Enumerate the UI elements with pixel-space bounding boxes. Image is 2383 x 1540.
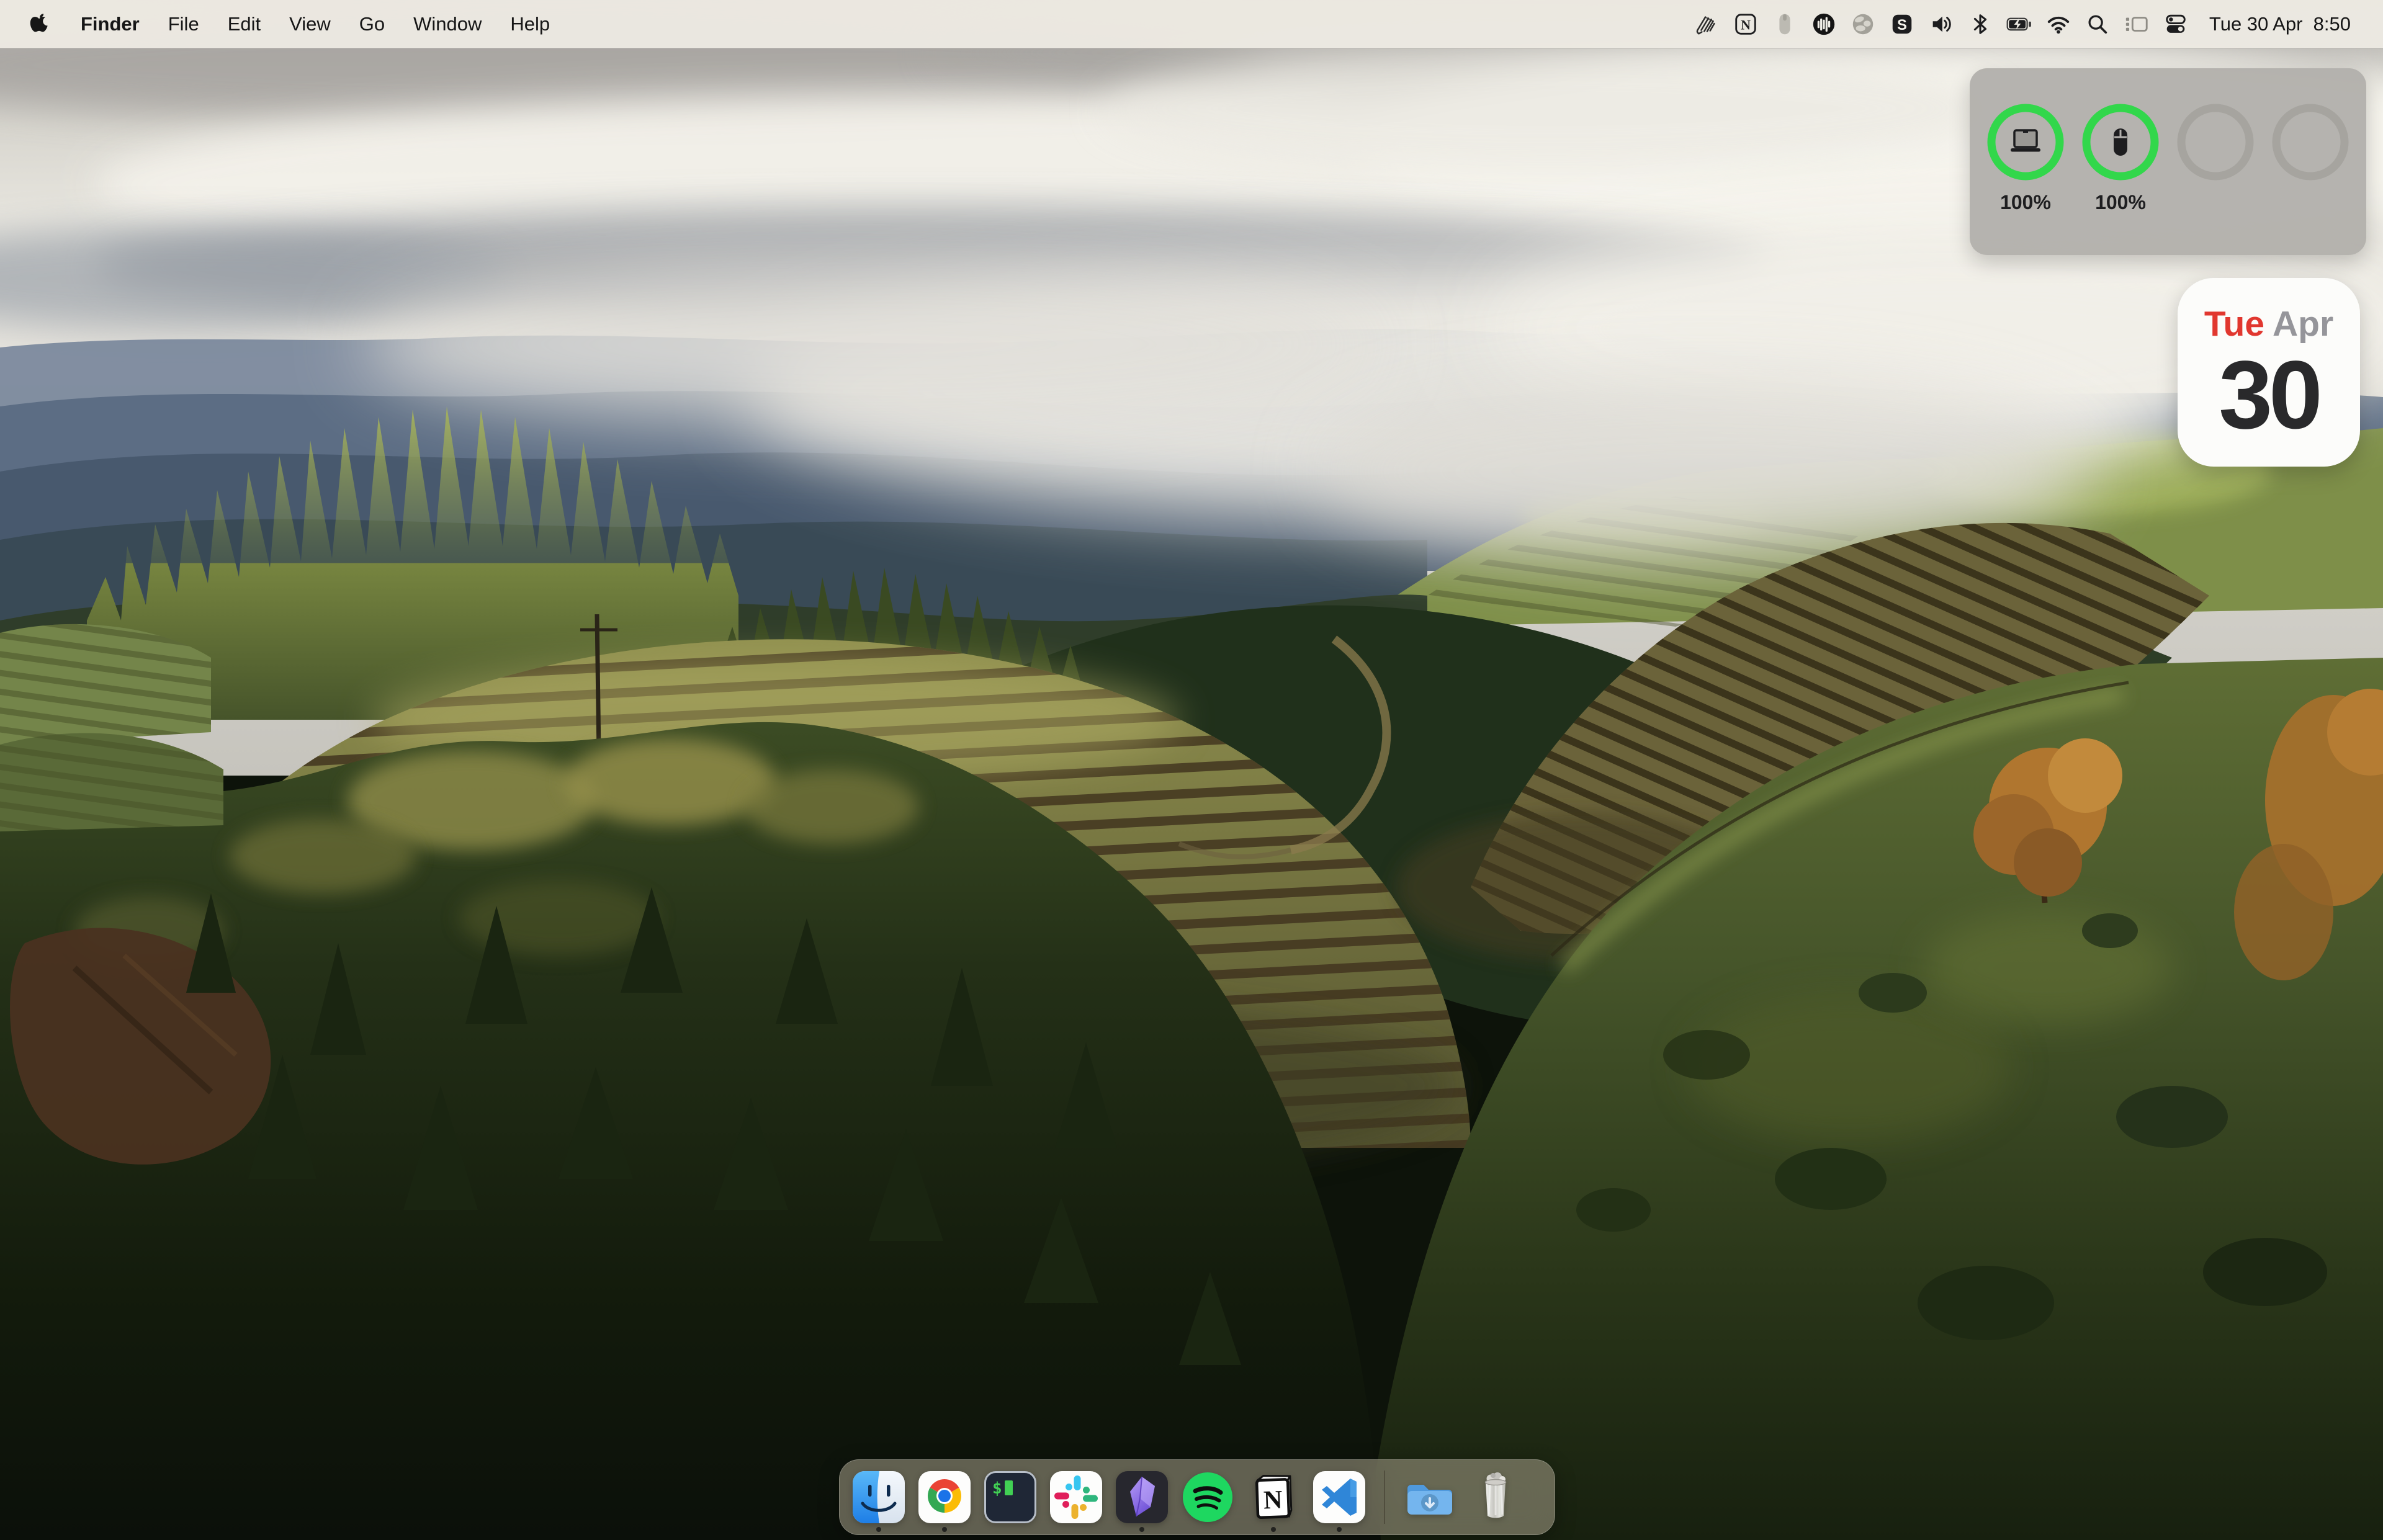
notion-icon[interactable]: N — [1733, 11, 1759, 37]
finder-icon — [853, 1471, 905, 1523]
menu-item-file[interactable]: File — [168, 13, 199, 35]
dock-downloads-folder[interactable] — [1404, 1471, 1456, 1523]
battery-percent-laptop: 100% — [2000, 191, 2051, 214]
battery-slot-empty-2 — [2271, 103, 2350, 255]
menu-bar-left: Finder File Edit View Go Window Help — [0, 11, 550, 37]
running-indicator — [876, 1527, 881, 1532]
running-indicator — [942, 1527, 947, 1532]
downloads-folder-icon — [1404, 1471, 1456, 1523]
dock-vscode[interactable] — [1313, 1471, 1365, 1523]
sketch-app-icon[interactable] — [1694, 11, 1720, 37]
apple-menu[interactable] — [26, 11, 52, 37]
menu-item-go[interactable]: Go — [359, 13, 385, 35]
dock-spotify[interactable] — [1182, 1471, 1234, 1523]
chrome-icon — [918, 1471, 971, 1523]
trash-full-icon — [1470, 1471, 1522, 1523]
spotlight-search-icon[interactable] — [2085, 11, 2111, 37]
slack-icon — [1050, 1471, 1102, 1523]
dock-chrome[interactable] — [918, 1471, 971, 1523]
dock-terminal[interactable]: $ — [984, 1471, 1036, 1523]
dock-divider — [1384, 1471, 1385, 1524]
svg-text:N: N — [1263, 1486, 1283, 1515]
running-indicator — [1337, 1527, 1342, 1532]
dock-notion[interactable]: N — [1247, 1471, 1299, 1523]
notion-icon: N — [1247, 1471, 1299, 1523]
mouse-icon — [2103, 127, 2138, 158]
menu-item-help[interactable]: Help — [510, 13, 550, 35]
battery-percent-mouse: 100% — [2095, 191, 2146, 214]
bluetooth-icon[interactable] — [1967, 11, 1993, 37]
vscode-icon — [1313, 1471, 1365, 1523]
dock: $ — [839, 1459, 1555, 1535]
wifi-icon[interactable] — [2045, 11, 2071, 37]
waveform-icon[interactable] — [1811, 11, 1837, 37]
laptop-icon — [2008, 127, 2044, 158]
battery-slot-mouse: 100% — [2081, 103, 2160, 255]
battery-charging-icon[interactable] — [2006, 11, 2032, 37]
svg-text:$: $ — [992, 1479, 1002, 1498]
running-indicator — [1139, 1527, 1144, 1532]
terminal-icon: $ — [984, 1471, 1036, 1523]
menu-item-view[interactable]: View — [289, 13, 331, 35]
volume-icon[interactable] — [1928, 11, 1954, 37]
stage-manager-icon[interactable] — [2124, 11, 2150, 37]
calendar-month: Apr — [2273, 307, 2333, 342]
dock-finder[interactable] — [853, 1471, 905, 1523]
menu-bar: Finder File Edit View Go Window Help N — [0, 0, 2383, 48]
dock-slack[interactable] — [1050, 1471, 1102, 1523]
calendar-weekday: Tue — [2204, 307, 2264, 342]
mouse-battery-icon[interactable] — [1772, 11, 1798, 37]
slack-icon[interactable]: S — [1889, 11, 1915, 37]
menu-bar-status-area: N — [1694, 11, 2383, 37]
globe-icon[interactable] — [1850, 11, 1876, 37]
calendar-widget[interactable]: Tue Apr 30 — [2178, 278, 2360, 467]
dock-trash[interactable] — [1470, 1471, 1522, 1523]
svg-text:N: N — [1741, 17, 1751, 33]
battery-widget[interactable]: 100% 100% — [1970, 68, 2366, 255]
control-center-icon[interactable] — [2163, 11, 2189, 37]
dock-obsidian[interactable] — [1116, 1471, 1168, 1523]
obsidian-icon — [1116, 1471, 1168, 1523]
battery-slot-laptop: 100% — [1986, 103, 2065, 255]
apple-icon — [26, 11, 52, 37]
menu-bar-clock[interactable]: Tue 30 Apr 8:50 — [2209, 13, 2351, 35]
svg-text:S: S — [1897, 17, 1907, 34]
menu-item-window[interactable]: Window — [413, 13, 482, 35]
app-menu-title[interactable]: Finder — [81, 13, 140, 35]
battery-slot-empty-1 — [2176, 103, 2255, 255]
spotify-icon — [1182, 1471, 1234, 1523]
menu-item-edit[interactable]: Edit — [228, 13, 261, 35]
running-indicator — [1271, 1527, 1276, 1532]
calendar-day: 30 — [2219, 347, 2319, 444]
